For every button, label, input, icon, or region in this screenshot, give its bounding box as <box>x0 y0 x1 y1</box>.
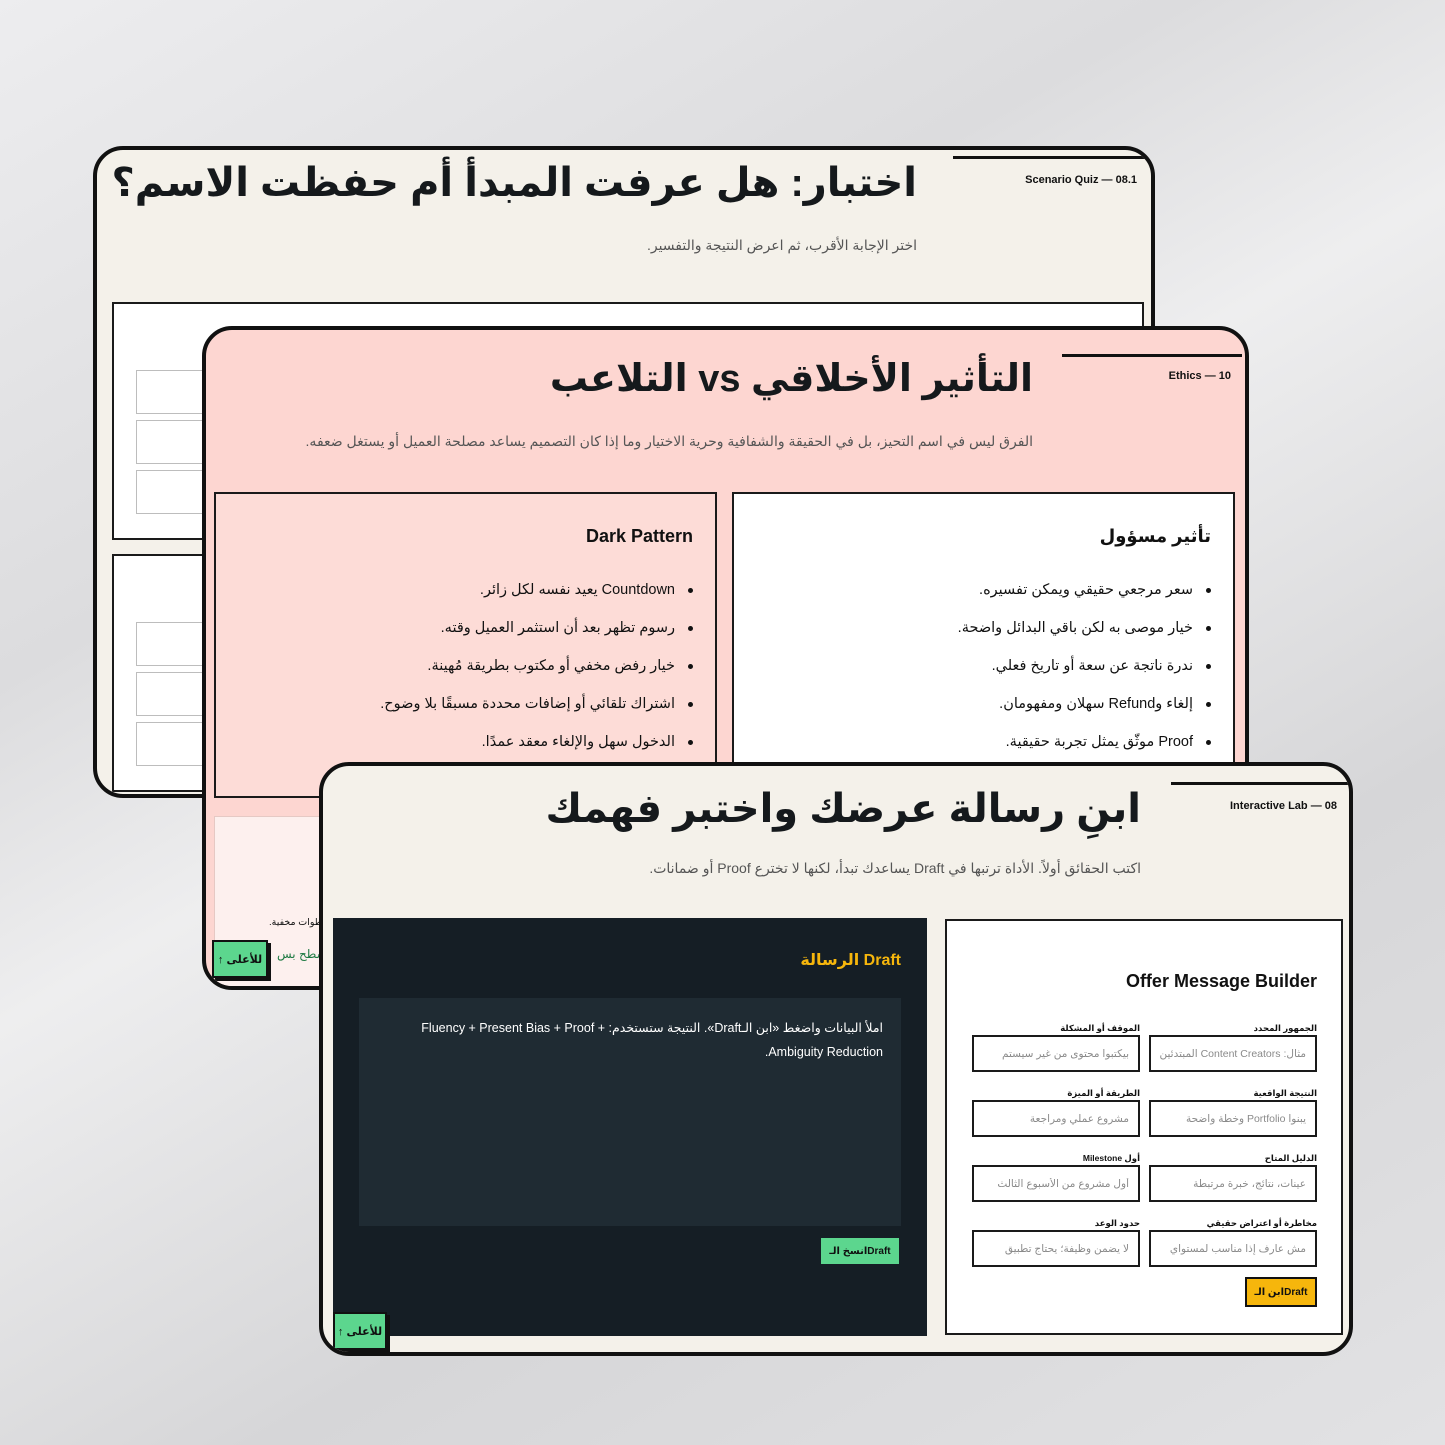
list-item: خيار موصى به لكن باقي البدائل واضحة. <box>958 618 1212 656</box>
header-rule <box>1171 782 1349 785</box>
builder-title: Offer Message Builder <box>1125 971 1317 991</box>
responsible-list: سعر مرجعي حقيقي ويمكن تفسيره. خيار موصى … <box>958 580 1212 770</box>
column-title: تأثير مسؤول <box>1099 526 1211 546</box>
list-item: سعر مرجعي حقيقي ويمكن تفسيره. <box>958 580 1212 618</box>
back-to-top-button[interactable]: ↑ للأعلى <box>212 940 268 978</box>
field-label-outcome: النتيجة الواقعية <box>1253 1088 1318 1098</box>
audience-input[interactable] <box>1149 1035 1317 1072</box>
list-item: إلغاء وRefund سهلان ومفهومان. <box>958 694 1212 732</box>
page-title: اختبار: هل عرفت المبدأ أم حفظت الاسم؟ <box>111 161 917 205</box>
column-title: Dark Pattern <box>585 526 693 546</box>
list-item: Countdown يعيد نفسه لكل زائر. <box>380 580 693 618</box>
milestone-input[interactable] <box>972 1165 1140 1202</box>
outcome-input[interactable] <box>1149 1100 1317 1137</box>
page-subtitle: الفرق ليس في اسم التحيز، بل في الحقيقة و… <box>305 433 1033 449</box>
slide-tag: Interactive Lab — 08 <box>1230 800 1337 812</box>
page-title: التأثير الأخلاقي vs التلاعب <box>549 358 1033 400</box>
method-input[interactable] <box>972 1100 1140 1137</box>
problem-input[interactable] <box>972 1035 1140 1072</box>
page-title: ابنِ رسالة عرضك واختبر فهمك <box>545 787 1141 831</box>
offer-message-builder: Offer Message Builder الجمهور المحدد الم… <box>945 919 1343 1335</box>
back-to-top-button[interactable]: ↑ للأعلى <box>333 1312 387 1350</box>
list-item: اشتراك تلقائي أو إضافات محددة مسبقًا بلا… <box>380 694 693 732</box>
dark-pattern-card: Dark Pattern Countdown يعيد نفسه لكل زائ… <box>214 492 717 798</box>
list-item: رسوم تظهر بعد أن استثمر العميل وقته. <box>380 618 693 656</box>
draft-text: املأ البيانات واضغط «ابن الـDraft». النت… <box>421 1021 883 1059</box>
copy-draft-button[interactable]: انسخ الـDraft <box>821 1238 899 1264</box>
list-item: ندرة ناتجة عن سعة أو تاريخ فعلي. <box>958 656 1212 694</box>
header-rule <box>1062 354 1242 357</box>
limits-input[interactable] <box>972 1230 1140 1267</box>
list-item: خيار رفض مخفي أو مكتوب بطريقة مُهينة. <box>380 656 693 694</box>
dark-pattern-list: Countdown يعيد نفسه لكل زائر. رسوم تظهر … <box>380 580 693 770</box>
field-label-limits: حدود الوعد <box>1094 1218 1140 1228</box>
field-label-audience: الجمهور المحدد <box>1253 1023 1317 1033</box>
field-label-method: الطريقة أو الميزة <box>1067 1088 1140 1098</box>
risk-input[interactable] <box>1149 1230 1317 1267</box>
header-rule <box>953 156 1151 159</box>
slide-tag: Ethics — 10 <box>1168 370 1231 382</box>
responsible-influence-card: تأثير مسؤول سعر مرجعي حقيقي ويمكن تفسيره… <box>732 492 1235 782</box>
proof-input[interactable] <box>1149 1165 1317 1202</box>
draft-output: املأ البيانات واضغط «ابن الـDraft». النت… <box>359 998 901 1226</box>
draft-title: Draft الرسالة <box>800 952 901 969</box>
slide-tag: Scenario Quiz — 08.1 <box>1025 174 1137 186</box>
page-subtitle: اختر الإجابة الأقرب، ثم اعرض النتيجة وال… <box>646 237 917 253</box>
draft-panel: Draft الرسالة املأ البيانات واضغط «ابن ا… <box>333 918 927 1336</box>
page-subtitle: اكتب الحقائق أولاً. الأداة ترتبها في Dra… <box>649 860 1141 876</box>
lab-slide: Interactive Lab — 08 ابنِ رسالة عرضك واخ… <box>319 762 1353 1356</box>
field-label-proof: الدليل المتاح <box>1264 1153 1317 1163</box>
build-draft-button[interactable]: ابن الـDraft <box>1245 1277 1317 1307</box>
field-label-milestone: أول Milestone <box>1082 1153 1140 1163</box>
field-label-risk: مخاطرة أو اعتراض حقيقي <box>1206 1218 1317 1228</box>
field-label-problem: الموقف أو المشكلة <box>1060 1023 1140 1033</box>
